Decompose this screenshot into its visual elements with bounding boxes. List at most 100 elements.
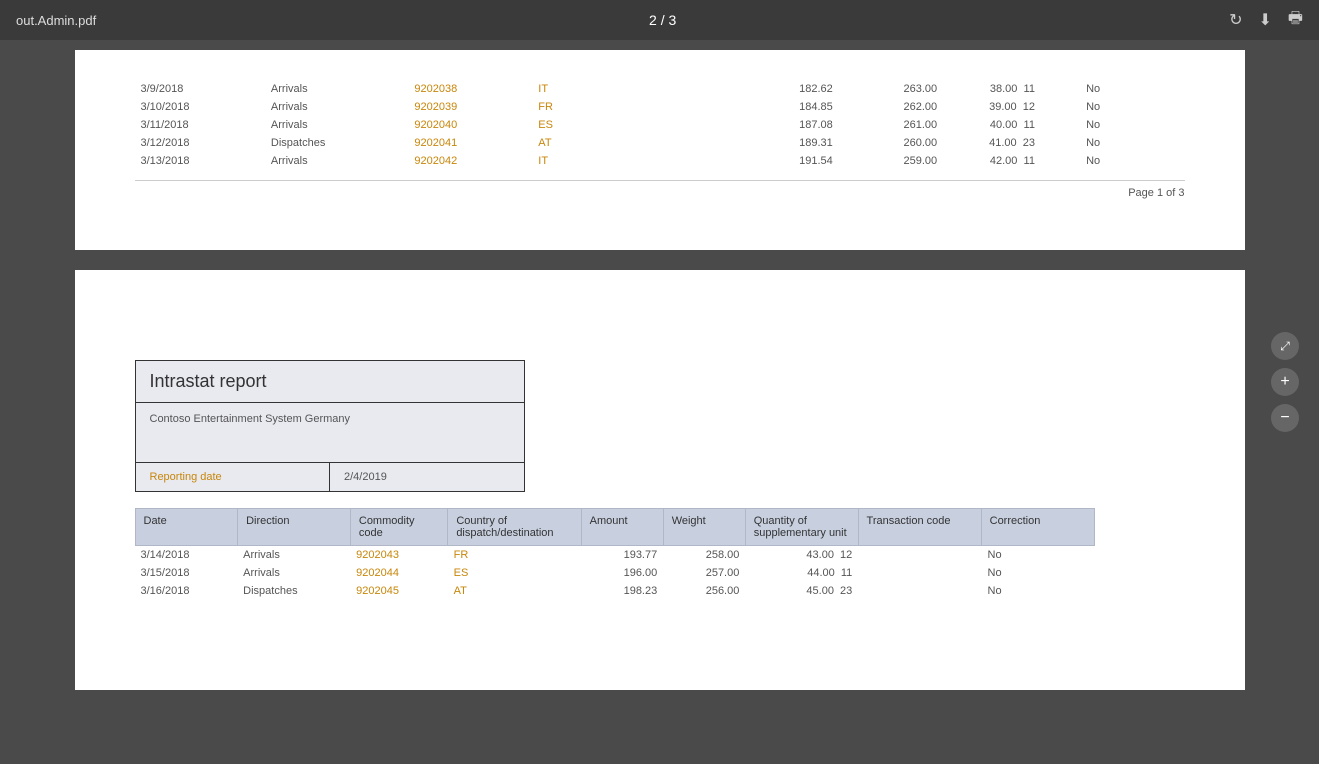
date-cell: 3/13/2018: [135, 152, 265, 170]
direction-cell: Arrivals: [265, 116, 408, 134]
page1-table: 3/9/2018 Arrivals 9202038 IT 182.62 263.…: [135, 80, 1185, 170]
trans-spacer: [1041, 80, 1080, 98]
spacer-cell: [604, 80, 734, 98]
trans-cell: [858, 564, 981, 582]
trans-cell: [858, 546, 981, 564]
table-row: 3/15/2018 Arrivals 9202044 ES 196.00 257…: [135, 564, 1095, 582]
amount-cell: 184.85: [734, 98, 838, 116]
correction-cell: No: [1080, 152, 1184, 170]
country-cell: ES: [448, 564, 581, 582]
date-cell: 3/11/2018: [135, 116, 265, 134]
country-cell: FR: [448, 546, 581, 564]
qty-cell: 40.00 11: [943, 116, 1041, 134]
qty-cell: 38.00 11: [943, 80, 1041, 98]
amount-cell: 191.54: [734, 152, 838, 170]
trans-spacer: [1041, 98, 1080, 116]
ref-cell: 9202045: [350, 582, 448, 600]
qty-cell: 44.00 11: [745, 564, 858, 582]
report-header-box: Intrastat report Contoso Entertainment S…: [135, 360, 525, 492]
country-cell: IT: [532, 80, 604, 98]
country-cell: IT: [532, 152, 604, 170]
toolbar: out.Admin.pdf 2 / 3 ↻ ⬇ 🖶: [0, 0, 1319, 40]
spacer-cell: [604, 152, 734, 170]
table-row: 3/11/2018 Arrivals 9202040 ES 187.08 261…: [135, 116, 1185, 134]
direction-cell: Arrivals: [237, 546, 350, 564]
ref-cell: 9202041: [408, 134, 532, 152]
amount-cell: 187.08: [734, 116, 838, 134]
ref-cell: 9202040: [408, 116, 532, 134]
correction-cell: No: [982, 582, 1095, 600]
direction-cell: Arrivals: [265, 152, 408, 170]
qty-cell: 45.00 23: [745, 582, 858, 600]
report-date-value: 2/4/2019: [330, 463, 524, 491]
spacer-cell: [604, 134, 734, 152]
date-cell: 3/16/2018: [135, 582, 238, 600]
zoom-out-button[interactable]: −: [1271, 404, 1299, 432]
date-cell: 3/12/2018: [135, 134, 265, 152]
zoom-fit-button[interactable]: ⤢: [1271, 332, 1299, 360]
column-header: Commodity code: [350, 509, 447, 546]
report-company: Contoso Entertainment System Germany: [136, 403, 524, 463]
ref-cell: 9202044: [350, 564, 448, 582]
column-header: Country of dispatch/destination: [448, 509, 581, 546]
column-header: Weight: [663, 509, 745, 546]
weight-cell: 262.00: [839, 98, 943, 116]
download-icon[interactable]: ⬇: [1258, 10, 1271, 30]
date-cell: 3/9/2018: [135, 80, 265, 98]
page1-footer: Page 1 of 3: [135, 180, 1185, 199]
pdf-scroll-area[interactable]: 3/9/2018 Arrivals 9202038 IT 182.62 263.…: [0, 40, 1319, 764]
amount-cell: 189.31: [734, 134, 838, 152]
table-row: 3/10/2018 Arrivals 9202039 FR 184.85 262…: [135, 98, 1185, 116]
qty-cell: 43.00 12: [745, 546, 858, 564]
toolbar-actions: ↻ ⬇ 🖶: [1229, 7, 1303, 34]
country-cell: AT: [448, 582, 581, 600]
print-icon[interactable]: 🖶: [1288, 7, 1303, 34]
table-row: 3/12/2018 Dispatches 9202041 AT 189.31 2…: [135, 134, 1185, 152]
table-row: 3/13/2018 Arrivals 9202042 IT 191.54 259…: [135, 152, 1185, 170]
page-indicator: 2 / 3: [649, 12, 676, 28]
amount-cell: 193.77: [581, 546, 663, 564]
direction-cell: Dispatches: [237, 582, 350, 600]
page2-header-table: DateDirectionCommodity codeCountry of di…: [135, 508, 1095, 546]
trans-spacer: [1041, 152, 1080, 170]
trans-cell: [858, 582, 981, 600]
direction-cell: Dispatches: [265, 134, 408, 152]
column-header: Date: [135, 509, 238, 546]
ref-cell: 9202039: [408, 98, 532, 116]
zoom-in-button[interactable]: +: [1271, 368, 1299, 396]
direction-cell: Arrivals: [237, 564, 350, 582]
ref-cell: 9202043: [350, 546, 448, 564]
direction-cell: Arrivals: [265, 98, 408, 116]
column-header: Correction: [981, 509, 1094, 546]
trans-spacer: [1041, 134, 1080, 152]
pdf-page-2: Intrastat report Contoso Entertainment S…: [75, 270, 1245, 690]
report-date-row: Reporting date 2/4/2019: [136, 463, 524, 491]
column-header: Transaction code: [858, 509, 981, 546]
qty-cell: 39.00 12: [943, 98, 1041, 116]
qty-cell: 42.00 11: [943, 152, 1041, 170]
date-cell: 3/15/2018: [135, 564, 238, 582]
page2-table: 3/14/2018 Arrivals 9202043 FR 193.77 258…: [135, 546, 1095, 600]
trans-spacer: [1041, 116, 1080, 134]
date-cell: 3/10/2018: [135, 98, 265, 116]
weight-cell: 261.00: [839, 116, 943, 134]
column-header: Amount: [581, 509, 663, 546]
weight-cell: 260.00: [839, 134, 943, 152]
weight-cell: 263.00: [839, 80, 943, 98]
column-header: Quantity of supplementary unit: [745, 509, 858, 546]
amount-cell: 196.00: [581, 564, 663, 582]
correction-cell: No: [982, 564, 1095, 582]
correction-cell: No: [982, 546, 1095, 564]
weight-cell: 256.00: [663, 582, 745, 600]
zoom-controls: ⤢ + −: [1271, 332, 1299, 432]
amount-cell: 198.23: [581, 582, 663, 600]
country-cell: FR: [532, 98, 604, 116]
table-row: 3/14/2018 Arrivals 9202043 FR 193.77 258…: [135, 546, 1095, 564]
direction-cell: Arrivals: [265, 80, 408, 98]
correction-cell: No: [1080, 98, 1184, 116]
date-cell: 3/14/2018: [135, 546, 238, 564]
filename-label: out.Admin.pdf: [16, 13, 96, 28]
spacer-cell: [604, 116, 734, 134]
refresh-icon[interactable]: ↻: [1229, 10, 1242, 30]
qty-cell: 41.00 23: [943, 134, 1041, 152]
